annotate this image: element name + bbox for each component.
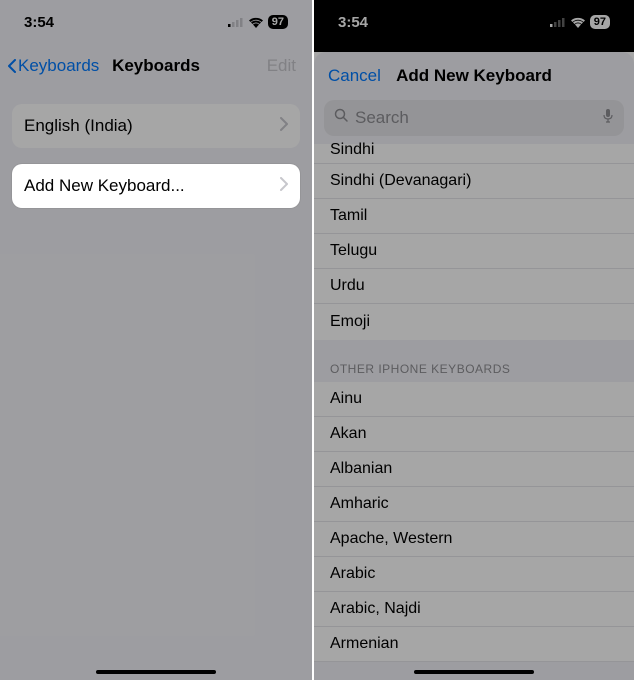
list-item[interactable]: Akan: [314, 417, 634, 452]
keyboard-name: Emoji: [330, 313, 370, 331]
keyboard-name: Urdu: [330, 277, 365, 295]
chevron-right-icon: [280, 176, 288, 196]
wifi-icon: [248, 16, 264, 28]
battery-icon: 97: [590, 15, 610, 29]
keyboard-name: Arabic, Najdi: [330, 600, 421, 618]
keyboard-row-english[interactable]: English (India): [12, 104, 300, 148]
wifi-icon: [570, 16, 586, 28]
right-phone-screenshot: 3:54 97 Cancel Add New Keyboard S: [314, 0, 634, 680]
keyboard-name: Apache, Western: [330, 530, 452, 548]
battery-icon: 97: [268, 15, 288, 29]
status-bar: 3:54 97: [0, 0, 312, 44]
list-item[interactable]: Sindhi (Devanagari): [314, 164, 634, 199]
keyboard-name: Sindhi (Devanagari): [330, 172, 471, 190]
keyboard-name: Amharic: [330, 495, 389, 513]
sheet-header: Cancel Add New Keyboard: [314, 52, 634, 100]
keyboard-name: Albanian: [330, 460, 392, 478]
status-indicators: 97: [550, 15, 610, 29]
list-item[interactable]: Amharic: [314, 487, 634, 522]
list-item[interactable]: Armenian: [314, 627, 634, 662]
search-icon: [334, 108, 349, 128]
list-item[interactable]: Tamil: [314, 199, 634, 234]
home-indicator[interactable]: [96, 670, 216, 674]
add-new-keyboard-button[interactable]: Add New Keyboard...: [12, 164, 300, 208]
mic-icon[interactable]: [602, 108, 614, 129]
sheet-title: Add New Keyboard: [314, 66, 634, 86]
cellular-icon: [228, 17, 244, 27]
keyboard-name: Telugu: [330, 242, 377, 260]
search-field[interactable]: [324, 100, 624, 136]
add-keyboard-sheet: Cancel Add New Keyboard Sindhi Sindhi (D…: [314, 52, 634, 680]
status-bar: 3:54 97: [314, 0, 634, 44]
status-time: 3:54: [24, 14, 54, 31]
list-item[interactable]: Albanian: [314, 452, 634, 487]
keyboard-list[interactable]: Sindhi Sindhi (Devanagari) Tamil Telugu …: [314, 144, 634, 662]
keyboard-name: Akan: [330, 425, 366, 443]
list-item[interactable]: Arabic: [314, 557, 634, 592]
cellular-icon: [550, 17, 566, 27]
add-new-keyboard-label: Add New Keyboard...: [24, 176, 185, 196]
keyboard-name: Sindhi: [330, 141, 374, 159]
page-title: Keyboards: [0, 56, 312, 76]
list-item-emoji[interactable]: Emoji: [314, 304, 634, 340]
left-phone-screenshot: 3:54 97 Keyboards Keyboards Edit English…: [0, 0, 314, 680]
section-gap: [314, 340, 634, 356]
chevron-right-icon: [280, 116, 288, 136]
nav-header: Keyboards Keyboards Edit: [0, 44, 312, 88]
list-item[interactable]: Urdu: [314, 269, 634, 304]
search-input[interactable]: [355, 108, 596, 128]
keyboards-settings-screen: Keyboards Keyboards Edit English (India)…: [0, 44, 312, 680]
keyboard-name: Armenian: [330, 635, 398, 653]
status-indicators: 97: [228, 15, 288, 29]
keyboard-name: English (India): [24, 116, 133, 136]
search-wrap: [314, 100, 634, 144]
keyboard-name: Arabic: [330, 565, 375, 583]
list-item[interactable]: Ainu: [314, 382, 634, 417]
keyboard-name: Ainu: [330, 390, 362, 408]
section-header-other: OTHER IPHONE KEYBOARDS: [314, 356, 634, 382]
home-indicator[interactable]: [414, 670, 534, 674]
list-item[interactable]: Sindhi: [314, 144, 634, 164]
list-item[interactable]: Apache, Western: [314, 522, 634, 557]
list-item[interactable]: Arabic, Najdi: [314, 592, 634, 627]
keyboard-name: Tamil: [330, 207, 367, 225]
sheet-backdrop: [314, 44, 634, 52]
list-item[interactable]: Telugu: [314, 234, 634, 269]
status-time: 3:54: [338, 14, 368, 31]
